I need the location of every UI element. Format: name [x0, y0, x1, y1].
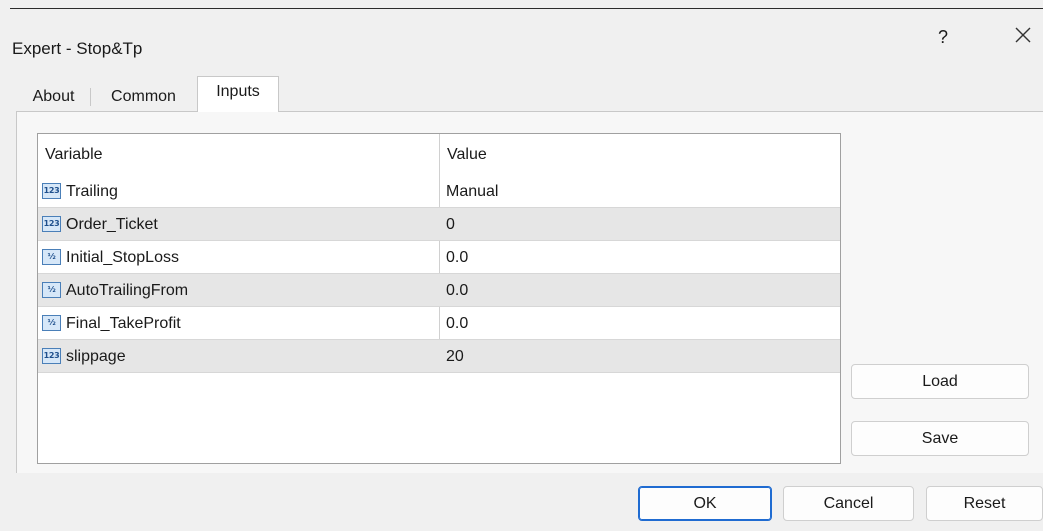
- help-button[interactable]: ?: [928, 22, 958, 52]
- column-header-variable[interactable]: Variable: [45, 146, 103, 164]
- variable-value[interactable]: 0.0: [446, 249, 468, 267]
- variable-value[interactable]: 0.0: [446, 315, 468, 333]
- table-row[interactable]: ½ Final_TakeProfit 0.0: [38, 307, 840, 340]
- int-icon: 123: [42, 183, 61, 199]
- table-row[interactable]: ½ AutoTrailingFrom 0.0: [38, 274, 840, 307]
- save-button[interactable]: Save: [851, 421, 1029, 456]
- double-icon: ½: [42, 249, 61, 265]
- variable-name: Trailing: [66, 183, 118, 200]
- table-row[interactable]: ½ Initial_StopLoss 0.0: [38, 241, 840, 274]
- tab-about[interactable]: About: [17, 80, 90, 112]
- ok-button[interactable]: OK: [638, 486, 772, 521]
- column-header-value[interactable]: Value: [447, 146, 487, 164]
- reset-button[interactable]: Reset: [926, 486, 1043, 521]
- grid-rows: 123 Trailing Manual 123 Order_Ticket 0 ½…: [38, 175, 840, 373]
- tab-common[interactable]: Common: [90, 80, 197, 112]
- double-icon: ½: [42, 315, 61, 331]
- variable-name: Initial_StopLoss: [66, 249, 179, 266]
- variable-value[interactable]: 0.0: [446, 282, 468, 300]
- window-title: Expert - Stop&Tp: [12, 39, 143, 58]
- int-icon: 123: [42, 348, 61, 364]
- table-row[interactable]: 123 slippage 20: [38, 340, 840, 373]
- cancel-button[interactable]: Cancel: [783, 486, 914, 521]
- variable-name: Final_TakeProfit: [66, 315, 181, 332]
- load-button[interactable]: Load: [851, 364, 1029, 399]
- title-bar: Expert - Stop&Tp: [0, 9, 1043, 69]
- variable-name: AutoTrailingFrom: [66, 282, 189, 299]
- table-row[interactable]: 123 Trailing Manual: [38, 175, 840, 208]
- tab-inputs[interactable]: Inputs: [197, 76, 279, 112]
- table-row[interactable]: 123 Order_Ticket 0: [38, 208, 840, 241]
- close-button[interactable]: [1008, 20, 1038, 50]
- variable-name: Order_Ticket: [66, 216, 158, 233]
- inputs-grid[interactable]: Variable Value 123 Trailing Manual 123 O…: [37, 133, 841, 464]
- double-icon: ½: [42, 282, 61, 298]
- variable-name: slippage: [66, 348, 126, 365]
- variable-value[interactable]: Manual: [446, 183, 498, 201]
- close-icon: [1015, 27, 1031, 43]
- variable-value[interactable]: 0: [446, 216, 455, 234]
- variable-value[interactable]: 20: [446, 348, 464, 366]
- int-icon: 123: [42, 216, 61, 232]
